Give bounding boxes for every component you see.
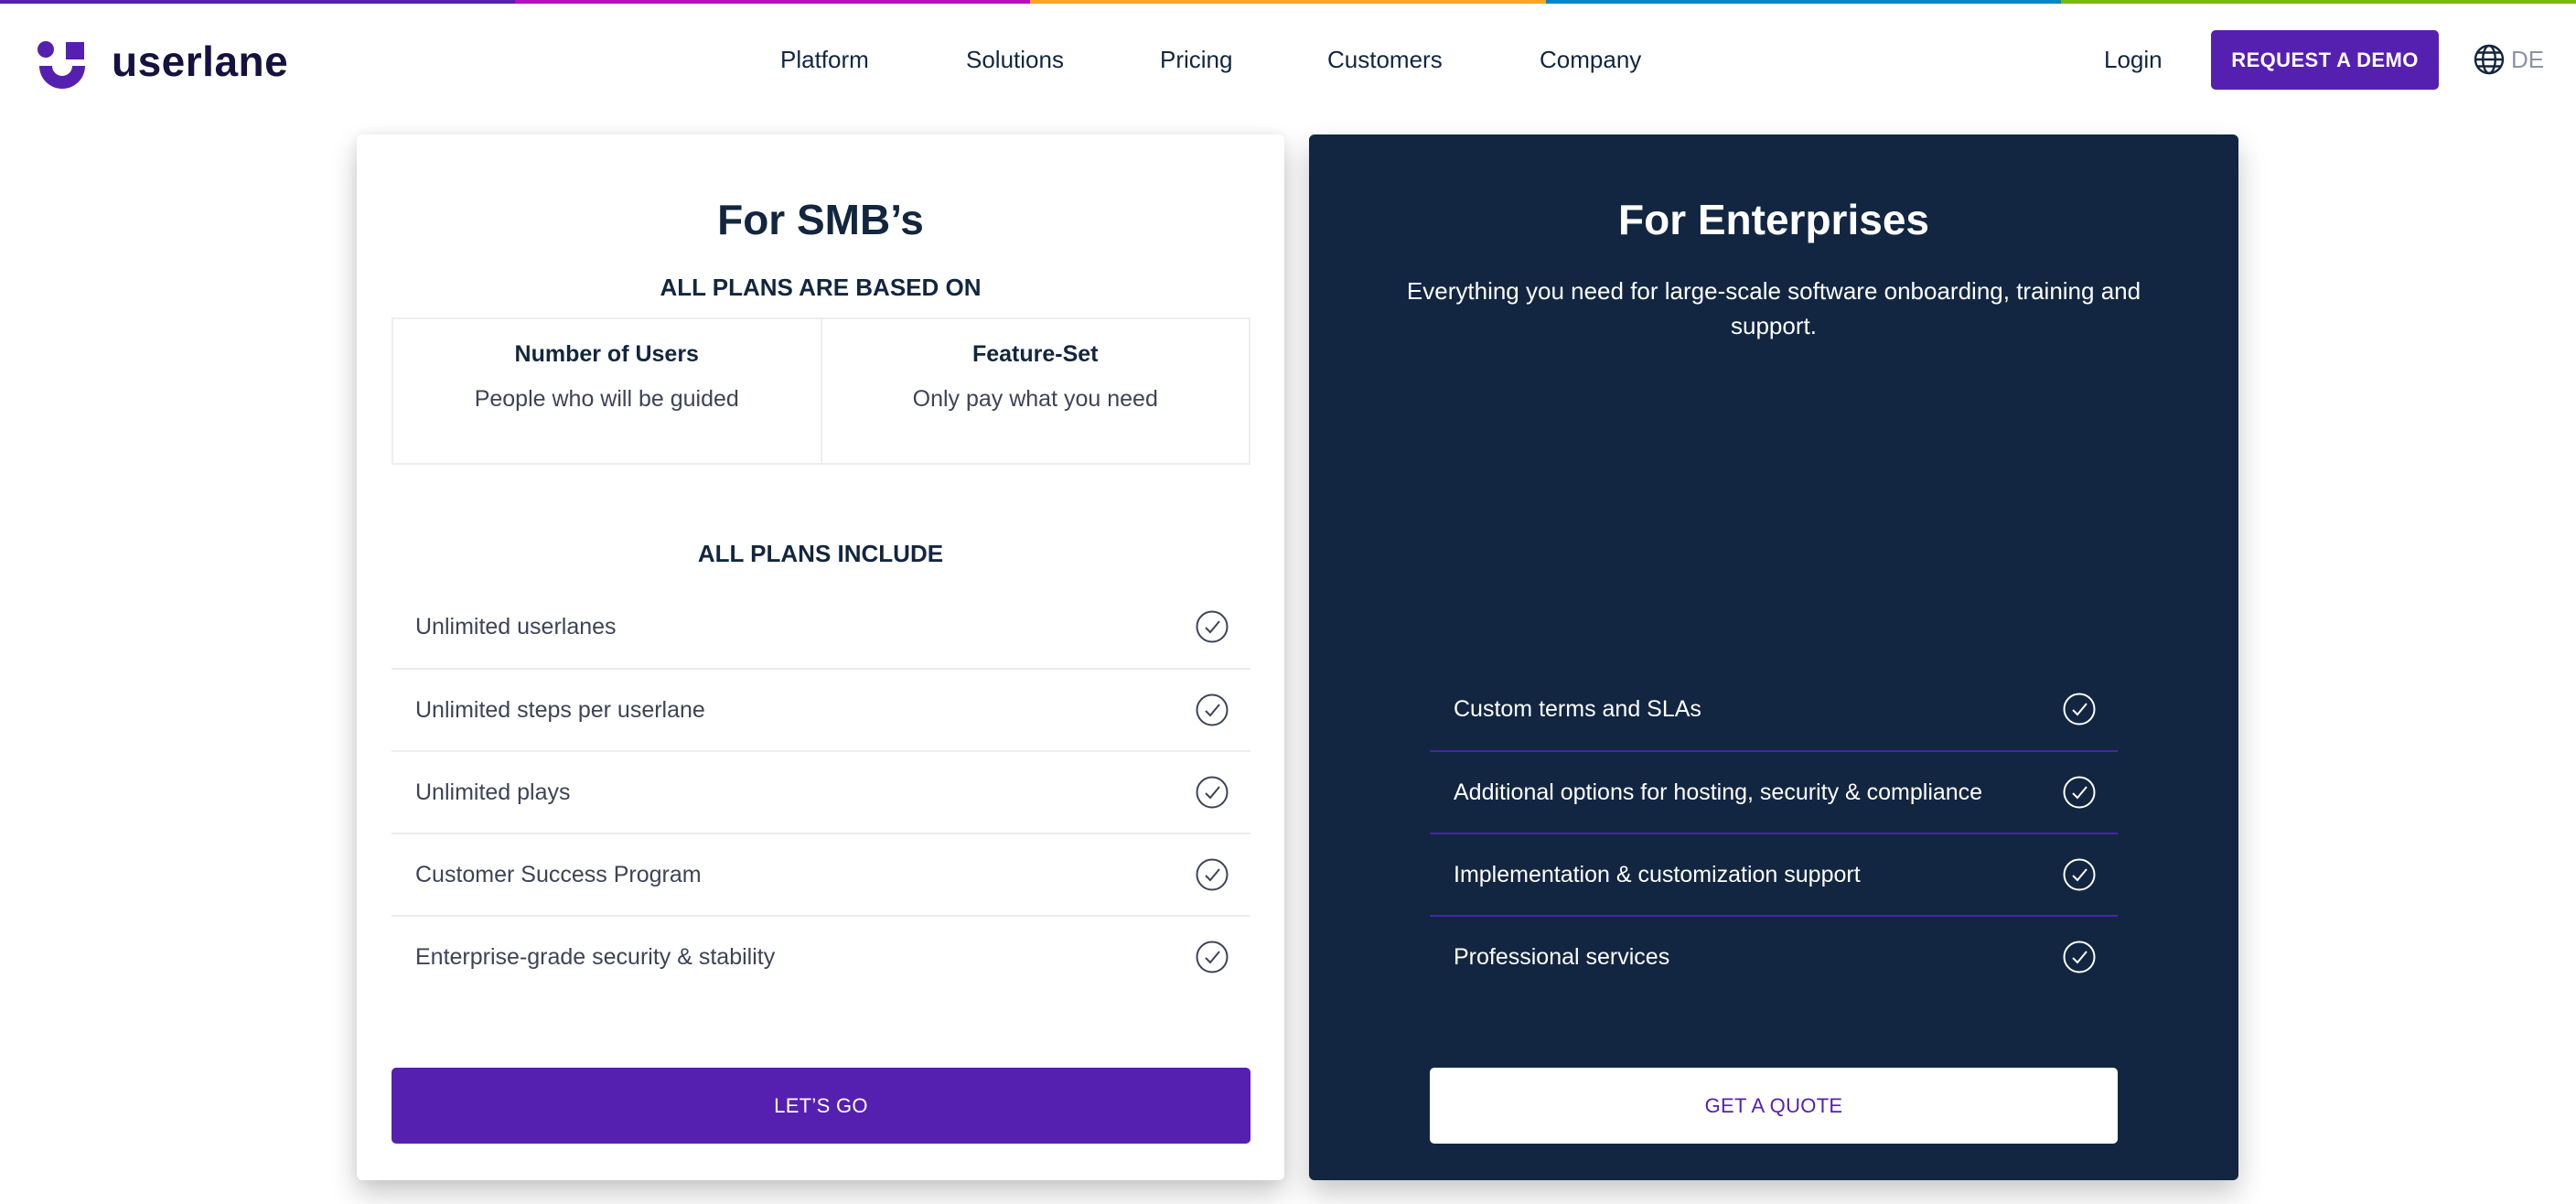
enterprise-description: Everything you need for large-scale soft… — [1406, 277, 2141, 339]
check-circle-icon — [1196, 776, 1229, 809]
feature-label: Additional options for hosting, security… — [1454, 779, 1983, 805]
check-circle-icon — [2063, 776, 2096, 809]
based-on-subtitle: People who will be guided — [474, 386, 739, 412]
plans-include-heading: ALL PLANS INCLUDE — [697, 540, 944, 567]
nav-platform[interactable]: Platform — [780, 46, 869, 74]
check-circle-icon — [2063, 693, 2096, 726]
feature-row: Unlimited plays — [392, 750, 1250, 833]
get-a-quote-button[interactable]: GET A QUOTE — [1430, 1068, 2118, 1144]
feature-label: Custom terms and SLAs — [1454, 695, 1701, 722]
feature-label: Unlimited steps per userlane — [415, 696, 705, 723]
based-on-title: Number of Users — [514, 341, 699, 367]
check-circle-icon — [1196, 693, 1229, 726]
color-segment-2 — [515, 0, 1031, 4]
feature-row: Additional options for hosting, security… — [1430, 750, 2118, 833]
feature-row: Unlimited steps per userlane — [392, 668, 1250, 750]
based-on-title: Feature-Set — [971, 341, 1099, 367]
feature-label: Professional services — [1454, 943, 1670, 970]
enterprise-pricing-card: For Enterprises Everything you need for … — [1309, 134, 2238, 1180]
check-circle-icon — [1196, 858, 1229, 891]
smb-feature-list: Unlimited userlanes Unlimited steps per … — [392, 586, 1250, 997]
userlane-logo[interactable]: userlane — [37, 38, 311, 91]
color-segment-3 — [1030, 0, 1546, 4]
nav-pricing[interactable]: Pricing — [1160, 46, 1232, 74]
enterprise-feature-list: Custom terms and SLAs Additional options… — [1430, 668, 2118, 997]
color-segment-5 — [2060, 0, 2576, 4]
nav-solutions[interactable]: Solutions — [966, 46, 1064, 74]
feature-label: Unlimited userlanes — [415, 613, 617, 640]
feature-row: Enterprise-grade security & stability — [392, 915, 1250, 997]
lets-go-button[interactable]: LET’S GO — [392, 1068, 1250, 1144]
language-switcher[interactable]: DE — [2473, 43, 2544, 76]
logo-text: userlane — [112, 38, 289, 85]
feature-row: Professional services — [1430, 915, 2118, 997]
feature-label: Unlimited plays — [415, 779, 571, 805]
color-segment-1 — [0, 0, 516, 4]
feature-row: Custom terms and SLAs — [1430, 668, 2118, 750]
login-link[interactable]: Login — [2104, 46, 2163, 74]
logo-mark-icon — [38, 41, 85, 89]
color-segment-4 — [1545, 0, 2061, 4]
globe-icon — [2474, 44, 2505, 75]
feature-row: Implementation & customization support — [1430, 833, 2118, 915]
feature-label: Implementation & customization support — [1454, 861, 1861, 887]
based-on-feature-set: Feature-Set Only pay what you need — [820, 319, 1250, 463]
nav-customers[interactable]: Customers — [1327, 46, 1443, 74]
request-demo-button[interactable]: REQUEST A DEMO — [2211, 30, 2439, 90]
check-circle-icon — [2063, 941, 2096, 973]
plans-based-on-heading: ALL PLANS ARE BASED ON — [660, 274, 982, 301]
nav-company[interactable]: Company — [1540, 46, 1641, 74]
feature-label: Customer Success Program — [415, 861, 702, 887]
based-on-users: Number of Users People who will be guide… — [393, 319, 821, 463]
smb-pricing-card: For SMB’s ALL PLANS ARE BASED ON Number … — [357, 134, 1284, 1180]
based-on-subtitle: Only pay what you need — [912, 386, 1158, 412]
feature-row: Customer Success Program — [392, 833, 1250, 915]
check-circle-icon — [1196, 941, 1229, 973]
feature-label: Enterprise-grade security & stability — [415, 943, 776, 970]
language-label: DE — [2511, 45, 2545, 73]
brand-color-bar — [0, 0, 2576, 4]
check-circle-icon — [1196, 610, 1229, 643]
feature-row: Unlimited userlanes — [392, 586, 1250, 668]
enterprise-card-title: For Enterprises — [1618, 196, 1929, 243]
check-circle-icon — [2063, 858, 2096, 891]
smb-card-title: For SMB’s — [717, 196, 924, 243]
plans-based-on-box: Number of Users People who will be guide… — [392, 317, 1250, 465]
